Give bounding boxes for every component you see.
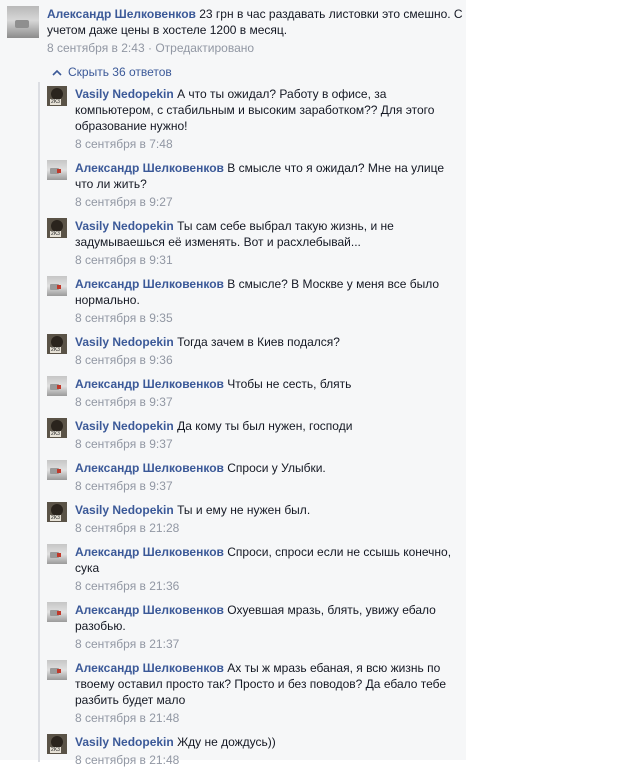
reply-timestamp[interactable]: 8 сентября в 21:48 [75,752,459,768]
reply-text: Тогда зачем в Киев подался? [177,335,340,349]
reply-author-link[interactable]: Александр Шелковенков [75,377,224,391]
vasily-avatar[interactable]: 2K3 [47,418,67,438]
reply-text: Чтобы не сесть, блять [227,377,352,391]
reply-author-link[interactable]: Vasily Nedopekin [75,219,174,233]
alex-avatar[interactable] [47,376,67,396]
reply-body: Vasily Nedopekin Тогда зачем в Киев пода… [75,334,459,368]
reply-timestamp[interactable]: 8 сентября в 9:37 [75,478,459,494]
reply-body: Александр Шелковенков Ах ты ж мразь ебан… [75,660,459,726]
hide-replies-label: Скрыть 36 ответов [68,65,172,79]
comments-panel: Александр Шелковенков 23 грн в час разда… [0,0,467,767]
vasily-avatar[interactable]: 2K3 [47,218,67,238]
reply-author-link[interactable]: Александр Шелковенков [75,461,224,475]
alex-avatar[interactable] [47,276,67,296]
reply-author-link[interactable]: Vasily Nedopekin [75,735,174,749]
reply-author-link[interactable]: Vasily Nedopekin [75,87,174,101]
vasily-avatar[interactable]: 2K3 [47,502,67,522]
reply-body: Александр Шелковенков Спроси у Улыбки. 8 … [75,460,459,494]
reply-body: Vasily Nedopekin Ты и ему не нужен был. 8… [75,502,459,536]
reply-body: Vasily Nedopekin Жду не дождусь)) 8 сентя… [75,734,459,768]
meta-separator: · [147,41,152,55]
reply-text: Спроси у Улыбки. [227,461,326,475]
reply-author-link[interactable]: Александр Шелковенков [75,603,224,617]
commenter-avatar[interactable] [7,6,39,38]
reply-timestamp[interactable]: 8 сентября в 9:31 [75,252,459,268]
reply-author-link[interactable]: Александр Шелковенков [75,545,224,559]
alex-avatar[interactable] [47,602,67,622]
vasily-avatar[interactable]: 2K3 [47,86,67,106]
reply-timestamp[interactable]: 8 сентября в 9:37 [75,436,459,452]
reply-timestamp[interactable]: 8 сентября в 21:37 [75,636,459,652]
alex-avatar[interactable] [47,544,67,564]
reply-text: Ты и ему не нужен был. [177,503,311,517]
reply-body: Александр Шелковенков Спроси, спроси есл… [75,544,459,594]
reply-body: Александр Шелковенков В смысле что я ожи… [75,160,459,210]
reply-body: Александр Шелковенков Охуевшая мразь, бл… [75,602,459,652]
reply-body: Vasily Nedopekin Да кому ты был нужен, г… [75,418,459,452]
reply-body: Александр Шелковенков Чтобы не сесть, бл… [75,376,459,410]
alex-avatar[interactable] [47,160,67,180]
vasily-avatar[interactable]: 2K3 [47,734,67,754]
reply-body: Александр Шелковенков В смысле? В Москве… [75,276,459,326]
reply-timestamp[interactable]: 8 сентября в 9:36 [75,352,459,368]
vasily-avatar[interactable]: 2K3 [47,334,67,354]
hide-replies-toggle[interactable]: Скрыть 36 ответов [52,64,172,80]
reply-author-link[interactable]: Александр Шелковенков [75,277,224,291]
comment-meta: 8 сентября в 2:43 · Отредактировано [47,40,467,56]
chevron-up-icon [52,64,62,80]
reply-timestamp[interactable]: 8 сентября в 9:35 [75,310,459,326]
main-comment-body: Александр Шелковенков 23 грн в час разда… [47,6,467,56]
alex-avatar[interactable] [47,660,67,680]
reply-timestamp[interactable]: 8 сентября в 7:48 [75,136,459,152]
comment-timestamp[interactable]: 8 сентября в 2:43 [47,41,145,55]
reply-timestamp[interactable]: 8 сентября в 9:27 [75,194,459,210]
comment-author-link[interactable]: Александр Шелковенков [47,7,196,21]
reply-body: Vasily Nedopekin Ты сам себе выбрал таку… [75,218,459,268]
edited-label[interactable]: Отредактировано [155,41,254,55]
reply-timestamp[interactable]: 8 сентября в 9:37 [75,394,459,410]
thread-line [38,82,40,762]
reply-timestamp[interactable]: 8 сентября в 21:48 [75,710,459,726]
reply-author-link[interactable]: Vasily Nedopekin [75,419,174,433]
reply-timestamp[interactable]: 8 сентября в 21:36 [75,578,459,594]
reply-author-link[interactable]: Vasily Nedopekin [75,503,174,517]
reply-timestamp[interactable]: 8 сентября в 21:28 [75,520,459,536]
reply-author-link[interactable]: Александр Шелковенков [75,161,224,175]
alex-avatar[interactable] [47,460,67,480]
reply-text: Да кому ты был нужен, господи [177,419,353,433]
reply-author-link[interactable]: Vasily Nedopekin [75,335,174,349]
reply-text: Жду не дождусь)) [177,735,276,749]
reply-body: Vasily Nedopekin А что ты ожидал? Работу… [75,86,459,152]
reply-author-link[interactable]: Александр Шелковенков [75,661,224,675]
